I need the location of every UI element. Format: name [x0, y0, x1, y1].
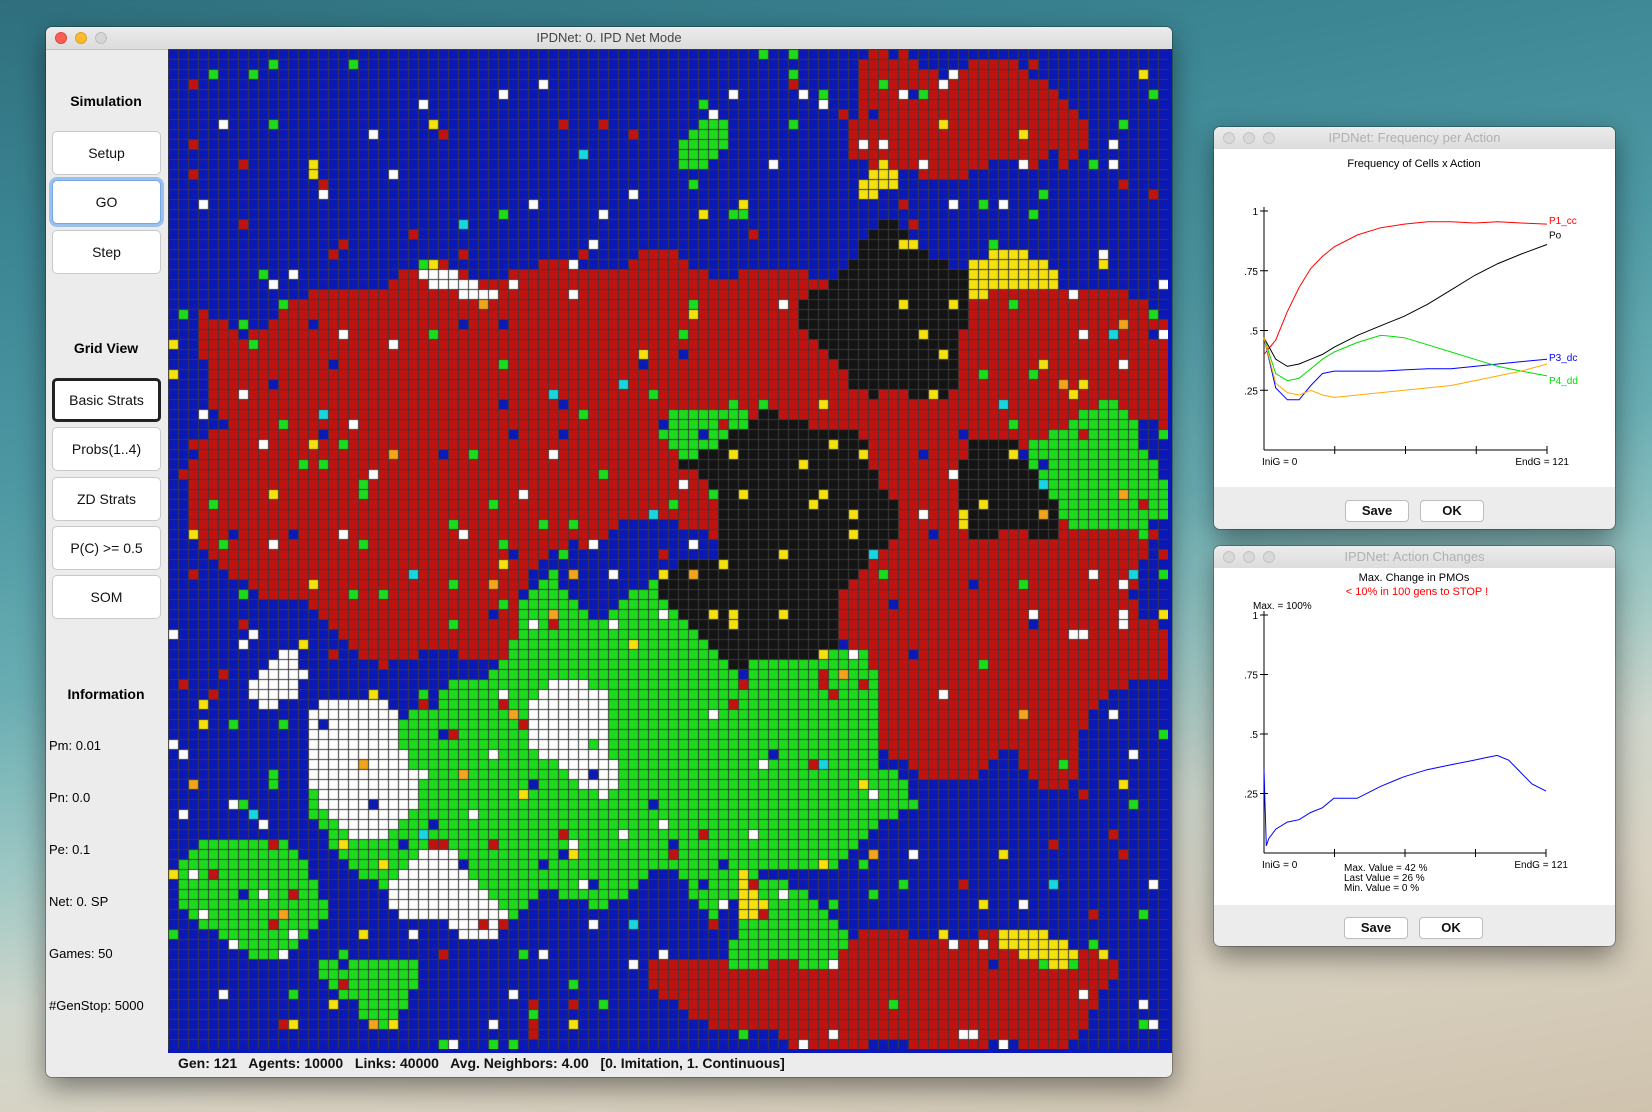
info-games: Games: 50 [49, 946, 113, 961]
agent-grid-canvas[interactable] [168, 49, 1168, 1049]
gridview-title: Grid View [73, 340, 139, 356]
window-title: IPDNet: 0. IPD Net Mode [536, 30, 682, 45]
main-titlebar[interactable]: IPDNet: 0. IPD Net Mode [46, 27, 1172, 50]
x-tick-label-start: IniG = 0 [1262, 860, 1298, 871]
info-genstop: #GenStop: 5000 [49, 998, 144, 1013]
y-tick-label: 1 [1252, 207, 1258, 218]
zoom-icon[interactable] [1263, 132, 1275, 144]
legend-label: P3_dc [1549, 353, 1577, 364]
zoom-icon[interactable] [95, 32, 107, 44]
series-line-series-0 [1263, 754, 1547, 847]
y-tick-label: .25 [1244, 386, 1258, 397]
x-tick-label-end: EndG = 121 [1515, 457, 1569, 468]
probs-button[interactable]: Probs(1..4) [52, 427, 161, 471]
y-tick-label: .5 [1250, 730, 1259, 741]
save-button[interactable]: Save [1345, 500, 1409, 522]
pc-threshold-button[interactable]: P(C) >= 0.5 [52, 526, 161, 570]
legend-label: P1_cc [1549, 216, 1577, 227]
minimize-icon[interactable] [75, 32, 87, 44]
frequency-window-title: IPDNet: Frequency per Action [1328, 130, 1501, 145]
minimize-icon[interactable] [1243, 551, 1255, 563]
zd-strats-button[interactable]: ZD Strats [52, 477, 161, 521]
main-window: IPDNet: 0. IPD Net Mode Simulation Setup… [46, 27, 1172, 1077]
step-button[interactable]: Step [52, 230, 161, 274]
go-button[interactable]: GO [52, 180, 161, 224]
save-button[interactable]: Save [1344, 917, 1408, 939]
close-icon[interactable] [55, 32, 67, 44]
y-tick-label: .25 [1244, 790, 1258, 801]
frequency-titlebar[interactable]: IPDNet: Frequency per Action [1214, 127, 1615, 150]
frequency-chart-title: Frequency of Cells x Action [1347, 158, 1480, 170]
agent-grid[interactable] [168, 49, 1172, 1053]
setup-button[interactable]: Setup [52, 131, 161, 175]
info-pm: Pm: 0.01 [49, 738, 102, 753]
y-tick-label: .75 [1244, 671, 1258, 682]
som-button[interactable]: SOM [52, 575, 161, 619]
y-tick-label: 1 [1252, 611, 1258, 622]
close-icon[interactable] [1223, 132, 1235, 144]
y-tick-label: .5 [1250, 327, 1259, 338]
information-title: Information [67, 686, 145, 702]
changes-plot-area: Max. Change in PMOs < 10% in 100 gens to… [1214, 568, 1615, 905]
changes-window-title: IPDNet: Action Changes [1344, 549, 1485, 564]
changes-chart-title: Max. Change in PMOs [1359, 572, 1470, 584]
info-net: Net: 0. SP [49, 894, 109, 909]
close-icon[interactable] [1223, 551, 1235, 563]
minimize-icon[interactable] [1243, 132, 1255, 144]
series-line-p4_dd [1263, 334, 1548, 382]
series-line-p1_cc [1263, 221, 1548, 355]
ok-button[interactable]: OK [1419, 917, 1483, 939]
frequency-chart: Frequency of Cells x Action 1 .75 .5 .25 Ini… [1244, 158, 1578, 468]
info-pe: Pe: 0.1 [49, 842, 91, 857]
sidebar: Simulation Setup GO Step Grid View Basic… [46, 49, 166, 1077]
simulation-title: Simulation [70, 93, 142, 109]
y-tick-label: .75 [1244, 267, 1258, 278]
info-pn: Pn: 0.0 [49, 790, 91, 805]
changes-chart: Max. Change in PMOs < 10% in 100 gens to… [1244, 572, 1568, 894]
frequency-plot-area: Frequency of Cells x Action 1 .75 .5 .25 Ini… [1214, 149, 1615, 487]
changes-titlebar[interactable]: IPDNet: Action Changes [1214, 546, 1615, 569]
zoom-icon[interactable] [1263, 551, 1275, 563]
stat-min: Min. Value = 0 % [1344, 883, 1419, 894]
x-tick-label-end: EndG = 121 [1514, 860, 1568, 871]
status-bar: Gen: 121 Agents: 10000 Links: 40000 Avg.… [178, 1055, 785, 1071]
series-line-po [1263, 244, 1548, 367]
basic-strats-button[interactable]: Basic Strats [52, 378, 161, 422]
max-label: Max. = 100% [1253, 601, 1312, 612]
frequency-window: IPDNet: Frequency per Action Frequency o… [1214, 127, 1615, 529]
stop-note: < 10% in 100 gens to STOP ! [1346, 586, 1488, 598]
ok-button[interactable]: OK [1420, 500, 1484, 522]
x-tick-label-start: IniG = 0 [1262, 457, 1298, 468]
legend-label: P4_dd [1549, 376, 1578, 387]
legend-label: Po [1549, 230, 1562, 241]
action-changes-window: IPDNet: Action Changes Max. Change in PM… [1214, 546, 1615, 946]
